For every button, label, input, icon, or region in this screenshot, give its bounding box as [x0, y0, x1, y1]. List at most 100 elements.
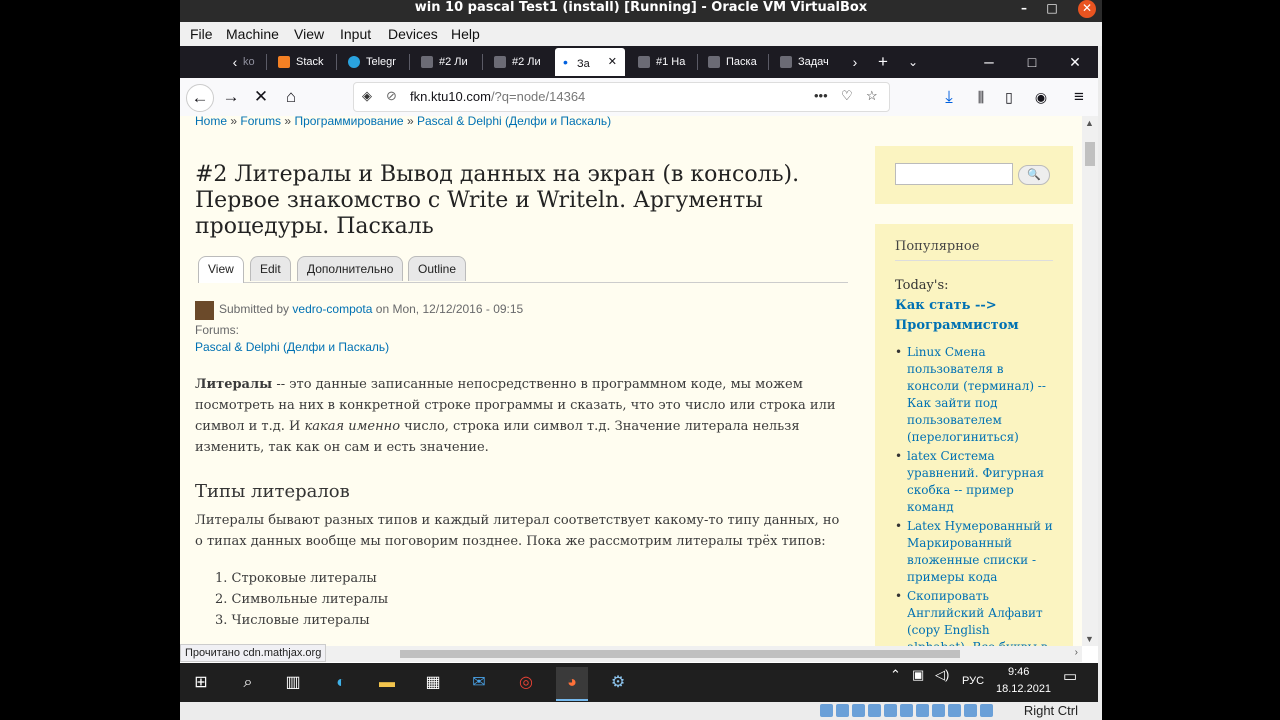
- keyboard-icon[interactable]: [980, 704, 993, 717]
- tab-6[interactable]: #1 На: [638, 50, 690, 74]
- forum-link[interactable]: Pascal & Delphi (Делфи и Паскаль): [195, 340, 389, 354]
- tab-more[interactable]: Дополнительно: [297, 256, 404, 281]
- menu-hamburger-icon[interactable]: ≡: [1066, 84, 1092, 110]
- display-icon[interactable]: [916, 704, 929, 717]
- submitted-info: Submitted by vedro-compota on Mon, 12/12…: [219, 302, 524, 316]
- network-icon[interactable]: ▣: [912, 667, 924, 683]
- mouse-integration-icon[interactable]: [964, 704, 977, 717]
- optical-icon[interactable]: [836, 704, 849, 717]
- tab-7[interactable]: Паска: [708, 50, 760, 74]
- tray-chevron-icon[interactable]: ⌃: [890, 667, 901, 683]
- clock-time[interactable]: 9:46: [1008, 666, 1029, 678]
- file-explorer-icon[interactable]: ▬: [371, 667, 403, 699]
- page-icon: [708, 56, 720, 69]
- list-item: 2. Символьные литералы: [215, 592, 389, 607]
- scroll-right-icon[interactable]: ›: [1075, 647, 1078, 658]
- mail-icon[interactable]: ✉: [463, 667, 495, 699]
- minimize-icon[interactable]: –: [1014, 0, 1034, 16]
- forward-button-icon[interactable]: →: [218, 84, 244, 110]
- back-button-icon[interactable]: ←: [186, 84, 214, 112]
- window-maximize-icon[interactable]: □: [1019, 49, 1045, 75]
- guest-screen: ‹ ko Stack Telegr #2 Ли #2 Ли • За ✕ #1 Н…: [180, 46, 1098, 702]
- close-icon[interactable]: ✕: [1078, 0, 1096, 18]
- tab-edit[interactable]: Edit: [250, 256, 291, 281]
- tracking-shield-icon[interactable]: ◈: [362, 88, 372, 104]
- breadcrumb-pascal[interactable]: Pascal & Delphi (Делфи и Паскаль): [417, 116, 611, 128]
- bookmark-star-icon[interactable]: ☆: [866, 88, 878, 104]
- popular-item[interactable]: Latex Нумерованный и Маркированный вложе…: [895, 518, 1055, 586]
- tab-close-icon[interactable]: ✕: [608, 48, 617, 76]
- edge-icon[interactable]: ◐: [325, 667, 357, 699]
- url-text[interactable]: fkn.ktu10.com/?q=node/14364: [410, 89, 585, 104]
- url-bar[interactable]: ◈ ⊘ fkn.ktu10.com/?q=node/14364 ••• ♡ ☆: [353, 82, 890, 112]
- author-link[interactable]: vedro-compota: [292, 302, 372, 316]
- firefox-icon[interactable]: ◕: [556, 667, 588, 701]
- scroll-down-icon[interactable]: ▼: [1085, 634, 1094, 644]
- today-link[interactable]: Как стать --> Программистом: [895, 298, 1019, 333]
- window-close-icon[interactable]: ✕: [1062, 49, 1088, 75]
- account-icon[interactable]: ◉: [1028, 84, 1054, 110]
- search-icon[interactable]: ⌕: [232, 667, 264, 699]
- insecure-lock-icon[interactable]: ⊘: [386, 88, 397, 104]
- tab-list-icon[interactable]: ⌄: [900, 49, 926, 75]
- pocket-icon[interactable]: ♡: [841, 88, 853, 104]
- menu-help[interactable]: Help: [451, 26, 480, 42]
- menu-input[interactable]: Input: [340, 26, 371, 42]
- notifications-icon[interactable]: ▭: [1063, 667, 1077, 685]
- breadcrumb-programming[interactable]: Программирование: [294, 116, 403, 128]
- tab-4[interactable]: #2 Ли: [494, 50, 544, 74]
- tab-2[interactable]: Telegr: [348, 50, 400, 74]
- audio-icon[interactable]: [852, 704, 865, 717]
- hdd-icon[interactable]: [820, 704, 833, 717]
- sidebar-icon[interactable]: ▯: [996, 84, 1022, 110]
- menu-machine[interactable]: Machine: [226, 26, 279, 42]
- tab-0[interactable]: ko: [243, 50, 263, 74]
- window-minimize-icon[interactable]: –: [976, 49, 1002, 75]
- breadcrumb-forums[interactable]: Forums: [240, 116, 281, 128]
- scroll-thumb[interactable]: [1085, 142, 1095, 166]
- popular-item[interactable]: Linux Смена пользователя в консоли (терм…: [895, 344, 1055, 446]
- tab-scroll-right-icon[interactable]: ›: [842, 49, 868, 75]
- menu-view[interactable]: View: [294, 26, 324, 42]
- usb-icon[interactable]: [884, 704, 897, 717]
- vertical-scrollbar[interactable]: ▲ ▼: [1082, 116, 1098, 646]
- tab-1[interactable]: Stack: [278, 50, 324, 74]
- clock-date[interactable]: 18.12.2021: [996, 683, 1051, 695]
- scroll-up-icon[interactable]: ▲: [1085, 118, 1094, 128]
- shared-folder-icon[interactable]: [900, 704, 913, 717]
- tab-8[interactable]: Задач: [780, 50, 832, 74]
- menu-devices[interactable]: Devices: [388, 26, 438, 42]
- search-icon[interactable]: 🔍: [1018, 165, 1050, 185]
- network-adapter-icon[interactable]: [868, 704, 881, 717]
- maximize-icon[interactable]: □: [1042, 0, 1062, 16]
- page-actions-icon[interactable]: •••: [814, 88, 828, 103]
- sidebar-search: 🔍: [875, 146, 1073, 204]
- chrome-icon[interactable]: ◎: [510, 667, 542, 699]
- vbox-title-bar: win 10 pascal Test1 (install) [Running] …: [180, 0, 1102, 22]
- scroll-thumb[interactable]: [400, 650, 960, 658]
- tab-3[interactable]: #2 Ли: [421, 50, 473, 74]
- downloads-icon[interactable]: ⤓: [936, 84, 962, 110]
- stop-loading-icon[interactable]: ✕: [248, 84, 274, 110]
- volume-icon[interactable]: ◁): [935, 667, 949, 683]
- recording-icon[interactable]: [932, 704, 945, 717]
- author-avatar[interactable]: [195, 301, 214, 320]
- start-windows-icon[interactable]: ⊞: [185, 667, 217, 699]
- tab-5-active[interactable]: • За ✕: [555, 48, 625, 76]
- popular-item[interactable]: latex Система уравнений. Фигурная скобка…: [895, 448, 1055, 516]
- settings-gear-icon[interactable]: ⚙: [602, 667, 634, 699]
- store-icon[interactable]: ▦: [417, 667, 449, 699]
- task-view-icon[interactable]: ▥: [277, 667, 309, 699]
- input-language[interactable]: РУС: [962, 675, 984, 687]
- breadcrumb-home[interactable]: Home: [195, 116, 227, 128]
- tab-outline[interactable]: Outline: [408, 256, 467, 281]
- menu-file[interactable]: File: [190, 26, 213, 42]
- new-tab-icon[interactable]: +: [870, 49, 896, 75]
- library-icon[interactable]: ⫼: [968, 84, 994, 110]
- popular-item[interactable]: Скопировать Английский Алфавит (copy Eng…: [895, 588, 1055, 646]
- home-icon[interactable]: ⌂: [278, 84, 304, 110]
- search-input[interactable]: [895, 163, 1013, 185]
- tab-view[interactable]: View: [198, 256, 244, 283]
- list-item: 1. Строковые литералы: [215, 571, 377, 586]
- cpu-icon[interactable]: [948, 704, 961, 717]
